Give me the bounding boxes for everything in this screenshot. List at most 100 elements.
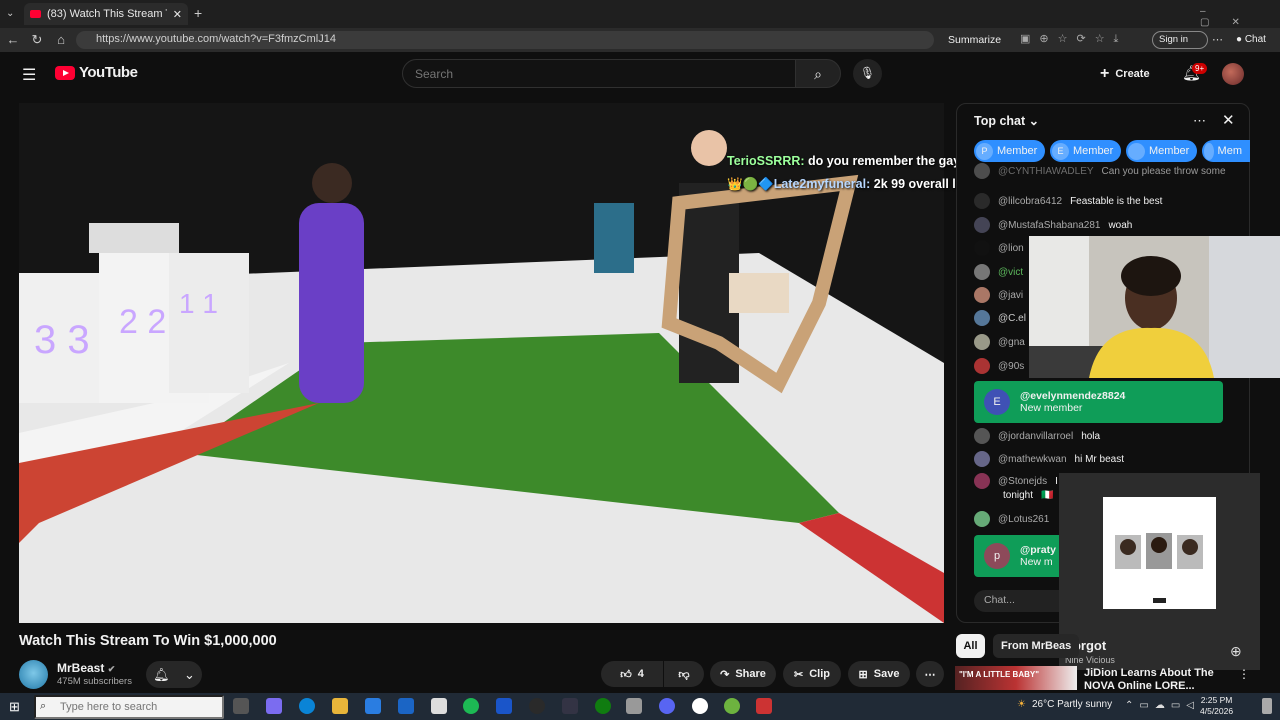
- hamburger-menu-icon[interactable]: ☰: [22, 65, 36, 85]
- home-icon[interactable]: ⌂: [53, 30, 69, 50]
- bell-icon: 🔔︎: [153, 666, 170, 682]
- recommended-more-icon[interactable]: ⋮: [1238, 667, 1250, 681]
- add-icon[interactable]: ⊕: [1230, 643, 1242, 660]
- chat-author: @CYNTHIAWADLEY: [998, 165, 1094, 177]
- signin-label: Sign in: [1159, 34, 1189, 45]
- notifications-center-icon[interactable]: [1262, 698, 1272, 714]
- chip-label: Mem: [1217, 145, 1242, 157]
- copilot-chat-button[interactable]: ● Chat: [1236, 34, 1266, 45]
- xbox-icon[interactable]: [595, 698, 611, 714]
- more-icon: ⋯: [924, 668, 936, 681]
- signin-button[interactable]: Sign in: [1152, 31, 1208, 49]
- dislike-button[interactable]: 👎︎: [664, 661, 704, 687]
- copilot-icon[interactable]: [266, 698, 282, 714]
- app-icon[interactable]: [756, 698, 772, 714]
- edge-icon[interactable]: [299, 698, 315, 714]
- save-button[interactable]: ⊞ Save: [848, 661, 910, 687]
- chat-avatar: [974, 310, 990, 326]
- plus-icon: +: [1100, 65, 1110, 82]
- search-button[interactable]: ⌕: [795, 59, 841, 88]
- task-view-icon[interactable]: [233, 698, 249, 714]
- close-tab-icon[interactable]: ✕: [173, 8, 182, 21]
- webcam-overlay: [1029, 236, 1280, 378]
- emote-icon: 👑🟢🔷: [727, 177, 774, 191]
- taskbar-clock[interactable]: 2:25 PM 4/5/2026: [1200, 695, 1233, 717]
- tab-list-icon[interactable]: ⌄: [6, 8, 14, 19]
- spotify-icon[interactable]: [463, 698, 479, 714]
- thumbs-up-icon: 👍︎: [620, 668, 632, 681]
- chat-message: @CYNTHIAWADLEY Can you please throw some: [974, 161, 1250, 181]
- back-icon[interactable]: ←: [5, 30, 21, 50]
- recommended-thumbnail[interactable]: "I'M A LITTLE BABY": [955, 666, 1077, 690]
- like-button[interactable]: 👍︎ 4: [601, 661, 663, 687]
- member-chip[interactable]: Member: [1126, 140, 1198, 162]
- summarize-button[interactable]: Summarize: [948, 34, 1001, 46]
- recommended-title[interactable]: JiDion Learns About The NOVA Online LORE…: [1084, 667, 1244, 691]
- youtube-logo-text: YouTube: [79, 64, 138, 81]
- file-explorer-icon[interactable]: [332, 698, 348, 714]
- more-menu-icon[interactable]: ⋯: [1212, 33, 1223, 46]
- new-member-card: E @evelynmendez8824 New member: [974, 381, 1223, 423]
- mail-icon[interactable]: [398, 698, 414, 714]
- system-tray-icons[interactable]: ⌃▭☁▭◁: [1125, 700, 1200, 711]
- voice-search-button[interactable]: 🎙: [853, 59, 882, 88]
- share-button[interactable]: ↷ Share: [710, 661, 776, 687]
- chat-avatar: [974, 334, 990, 350]
- create-button[interactable]: + Create: [1100, 62, 1168, 86]
- account-avatar[interactable]: [1222, 63, 1244, 85]
- address-bar[interactable]: https://www.youtube.com/watch?v=F3fmzCml…: [76, 31, 934, 49]
- more-actions-button[interactable]: ⋯: [916, 661, 944, 687]
- scissors-icon: ✂: [794, 668, 804, 681]
- chat-avatar: [974, 163, 990, 179]
- channel-name[interactable]: MrBeast ✔: [57, 661, 115, 675]
- chat-avatar: [974, 451, 990, 467]
- app-icon[interactable]: [724, 698, 740, 714]
- search-input[interactable]: [402, 59, 796, 88]
- youtube-logo[interactable]: YouTube: [55, 64, 138, 81]
- verified-icon: ✔: [107, 664, 116, 674]
- weather-widget[interactable]: ☀ 26°C Partly sunny: [1017, 699, 1112, 710]
- browser-tab[interactable]: (83) Watch This Stream To Win $1, ✕: [24, 3, 188, 25]
- chip-label: Member: [997, 145, 1038, 157]
- chat-author: @MustafaShabana281: [998, 219, 1101, 231]
- chat-author: @mathewkwan: [998, 453, 1067, 465]
- notepad-icon[interactable]: [431, 698, 447, 714]
- taskbar-search-input[interactable]: [34, 695, 224, 719]
- save-icon: ⊞: [858, 668, 868, 681]
- app-icon[interactable]: [626, 698, 642, 714]
- chat-mode-dropdown[interactable]: Top chat ⌄: [974, 113, 1039, 128]
- clip-button[interactable]: ✂ Clip: [783, 661, 841, 687]
- microphone-icon: 🎙: [859, 66, 876, 80]
- app-icon[interactable]: [496, 698, 512, 714]
- chat-author: @90s: [998, 360, 1025, 372]
- toolbar-icons[interactable]: ▣⊕☆⟳☆⤓: [1020, 32, 1127, 46]
- svg-text:2 2: 2 2: [119, 303, 166, 341]
- close-chat-icon[interactable]: ✕: [1222, 111, 1235, 129]
- overlay-username: TerioSSRRR:: [727, 154, 805, 168]
- chat-message: @jordanvillarroel hola: [974, 426, 1250, 446]
- subscription-bell-button[interactable]: 🔔︎ ⌄: [146, 661, 202, 688]
- chat-avatar: [974, 358, 990, 374]
- share-icon: ↷: [720, 668, 730, 681]
- reload-icon[interactable]: ↻: [29, 30, 45, 50]
- member-chip[interactable]: P Member: [974, 140, 1046, 162]
- chat-more-icon[interactable]: ⋯: [1193, 113, 1206, 129]
- filter-chip-all[interactable]: All: [956, 634, 985, 658]
- weather-text: 26°C Partly sunny: [1031, 699, 1113, 710]
- clip-label: Clip: [809, 668, 830, 680]
- obs-icon[interactable]: [692, 698, 708, 714]
- member-chip[interactable]: Mem: [1202, 140, 1250, 162]
- youtube-play-icon: [55, 65, 75, 80]
- channel-avatar[interactable]: [19, 660, 48, 689]
- windows-start-icon[interactable]: ⊞: [9, 699, 20, 715]
- discord-icon[interactable]: [659, 698, 675, 714]
- chat-author: @jordanvillarroel: [998, 430, 1074, 442]
- steam-icon[interactable]: [529, 698, 545, 714]
- app-icon[interactable]: [562, 698, 578, 714]
- italy-flag-icon: 🇮🇹: [1041, 489, 1054, 501]
- new-tab-icon[interactable]: +: [194, 5, 202, 21]
- window-controls[interactable]: –▢✕: [1200, 6, 1280, 28]
- store-icon[interactable]: [365, 698, 381, 714]
- member-chip[interactable]: E Member: [1050, 140, 1122, 162]
- filter-chip-from-channel[interactable]: From MrBeas: [993, 634, 1080, 658]
